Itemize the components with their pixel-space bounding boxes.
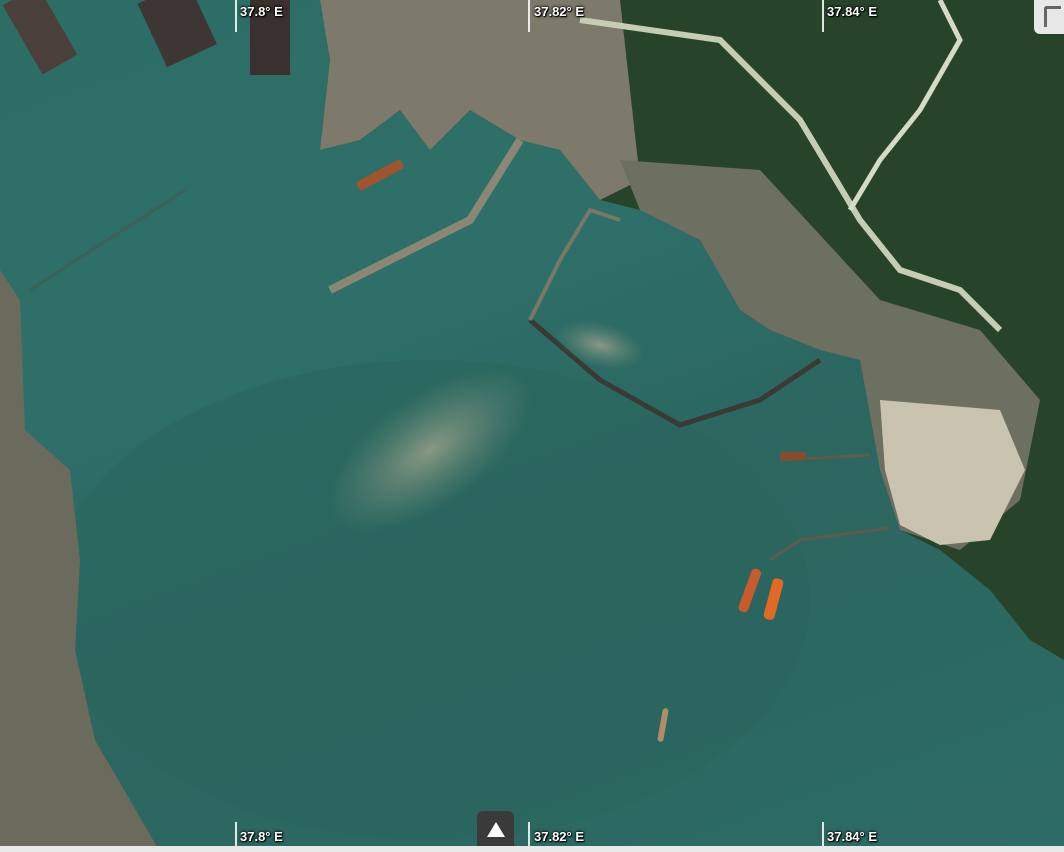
vessel: [780, 452, 806, 460]
longitude-label-bottom: 37.84° E: [827, 829, 878, 844]
urban-north: [320, 0, 640, 200]
quay: [328, 137, 524, 294]
triangle-up-icon: [486, 822, 505, 837]
meridian-line: [528, 0, 530, 32]
longitude-label-top: 37.8° E: [240, 4, 283, 19]
meridian-line: [822, 0, 824, 32]
meridian-line: [235, 0, 237, 32]
satellite-scene: [0, 0, 1064, 852]
satellite-map[interactable]: 37.8° E 37.82° E 37.84° E 37.8° E 37.82°…: [0, 0, 1064, 852]
longitude-label-top: 37.82° E: [534, 4, 585, 19]
pier: [137, 0, 217, 68]
oil-sheen: [556, 320, 644, 370]
vessel: [356, 159, 404, 191]
longitude-label-top: 37.84° E: [827, 4, 878, 19]
expand-panel-button[interactable]: [477, 811, 514, 848]
jetty: [528, 207, 621, 321]
longitude-label-bottom: 37.8° E: [240, 829, 283, 844]
corner-control-button[interactable]: [1034, 0, 1064, 34]
corner-bracket-icon: [1044, 6, 1061, 27]
bottom-panel-edge: [0, 846, 1064, 852]
pier: [2, 0, 78, 75]
longitude-label-bottom: 37.82° E: [534, 829, 585, 844]
jetty-west: [29, 188, 186, 292]
